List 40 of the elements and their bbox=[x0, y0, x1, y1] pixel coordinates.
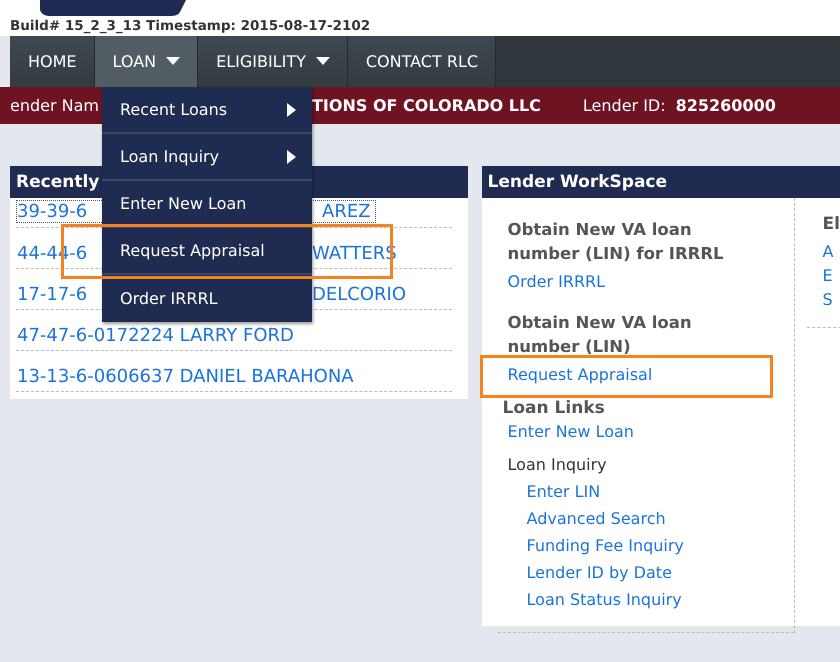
workspace-link[interactable]: Funding Fee Inquiry bbox=[526, 532, 684, 559]
lender-name-value: TIONS OF COLORADO LLC bbox=[312, 96, 541, 115]
lender-id-label: Lender ID: bbox=[582, 96, 666, 115]
workspace-link[interactable]: Enter LIN bbox=[526, 478, 600, 505]
link-text: AREZ bbox=[321, 201, 372, 222]
submenu-arrow-icon bbox=[287, 150, 296, 164]
loan-link[interactable]: 47-47-6-0172224 LARRY FORD bbox=[16, 324, 295, 347]
workspace-link[interactable]: A bbox=[822, 240, 834, 264]
workspace-link[interactable]: Lender ID by Date bbox=[526, 559, 672, 586]
submenu-arrow-icon bbox=[287, 102, 296, 116]
menu-item[interactable]: Recent Loans bbox=[102, 87, 312, 134]
build-info: Build# 15_2_3_13 Timestamp: 2015-08-17-2102 bbox=[10, 18, 370, 34]
workspace-link[interactable]: S bbox=[822, 288, 833, 312]
workspace-link[interactable]: Request Appraisal bbox=[508, 365, 652, 384]
nav-tab[interactable]: CONTACT RLC bbox=[348, 36, 496, 87]
section-heading: El bbox=[822, 214, 840, 234]
menu-item[interactable]: Order IRRRL bbox=[102, 275, 312, 322]
nav-tab[interactable]: HOME bbox=[10, 36, 95, 87]
workspace-link[interactable]: Advanced Search bbox=[526, 505, 666, 532]
caret-icon bbox=[316, 57, 330, 66]
lender-name-label: ender Nam bbox=[10, 96, 100, 115]
panel-title: Lender WorkSpace bbox=[482, 166, 840, 198]
loan-link[interactable]: 13-13-6-0606637 DANIEL BARAHONA bbox=[16, 365, 355, 388]
menu-item[interactable]: Loan Inquiry bbox=[102, 134, 312, 181]
menu-item[interactable]: Enter New Loan bbox=[102, 181, 312, 228]
caret-icon bbox=[166, 57, 180, 66]
group-label: Loan Inquiry bbox=[508, 454, 607, 476]
section-heading: Loan Links bbox=[502, 398, 605, 418]
logo-icon bbox=[40, 0, 186, 16]
workspace-link[interactable]: E bbox=[822, 264, 833, 288]
workspace-link[interactable]: Order IRRRL bbox=[508, 272, 606, 291]
workspace-link[interactable]: Enter New Loan bbox=[508, 418, 634, 445]
nav-tab[interactable]: ELIGIBILITY bbox=[198, 36, 348, 87]
nav-tab[interactable]: LOAN bbox=[94, 36, 198, 87]
link-text: 39-39-6 bbox=[17, 201, 88, 222]
section-heading: Obtain New VA loan number (LIN) for IRRRL bbox=[508, 219, 725, 265]
section-heading: Obtain New VA loan number (LIN) bbox=[508, 312, 693, 358]
menu-item[interactable]: Request Appraisal bbox=[102, 228, 312, 275]
lender-id-value: 825260000 bbox=[676, 96, 776, 115]
workspace-link[interactable]: Loan Status Inquiry bbox=[526, 586, 682, 613]
